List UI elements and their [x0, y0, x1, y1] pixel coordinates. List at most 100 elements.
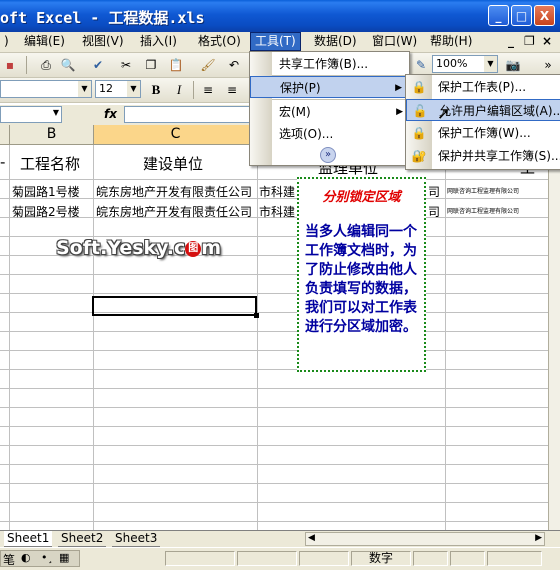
- sheet-tab-bar: Sheet1 Sheet2 Sheet3 ◀ ▶: [0, 530, 560, 548]
- menu-item-label: 保护工作表(P)...: [438, 80, 527, 94]
- cut-icon[interactable]: ✂: [118, 57, 134, 73]
- title-bar: oft Excel - 工程数据.xls _ □ X: [0, 0, 560, 32]
- fill-handle[interactable]: [254, 313, 259, 318]
- menu-item-protect-share[interactable]: 🔐 保护并共享工作簿(S)...: [406, 145, 560, 167]
- tab-sheet3[interactable]: Sheet3: [112, 531, 161, 547]
- cell-unit-2[interactable]: 皖东房地产开发有限责任公司: [96, 203, 252, 220]
- active-cell[interactable]: [92, 296, 257, 316]
- cell-d-tail-1[interactable]: 司: [428, 183, 440, 200]
- menu-item-label: 保护工作簿(W)...: [438, 126, 531, 140]
- menu-item-label: 选项(O)...: [279, 127, 334, 141]
- toolbar-options-icon[interactable]: »: [540, 57, 556, 73]
- status-bar: 笔 ◐ •¸ ▦ 数字: [0, 547, 560, 570]
- menu-divider: [272, 99, 409, 100]
- toolbar-separator: [26, 56, 27, 74]
- horizontal-scrollbar[interactable]: ◀ ▶: [305, 532, 545, 546]
- worksheet-grid[interactable]: - 工程名称 建设单位 监理单位 工 菊园路1号楼 皖东房地产开发有限责任公司 …: [0, 145, 548, 530]
- cell-d-tail-2[interactable]: 司: [428, 203, 440, 220]
- italic-button[interactable]: I: [171, 82, 187, 98]
- watermark: Soft.Yesky.c 图 m: [56, 237, 221, 259]
- font-size-select[interactable]: 12 ▼: [95, 80, 141, 98]
- ime-toolbar[interactable]: 笔 ◐ •¸ ▦: [0, 550, 80, 567]
- cell-name-1[interactable]: 菊园路1号楼: [12, 183, 80, 200]
- insert-function-icon[interactable]: fx: [104, 107, 117, 121]
- tab-sheet1[interactable]: Sheet1: [4, 531, 53, 547]
- menu-format[interactable]: 格式(O): [194, 32, 245, 51]
- moon-icon[interactable]: ◐: [21, 551, 31, 564]
- protection-submenu: 🔒 保护工作表(P)... 🔓 允许用户编辑区域(A)... 🔒 保护工作簿(W…: [405, 74, 560, 170]
- menu-window[interactable]: 窗口(W): [368, 32, 421, 51]
- menu-insert[interactable]: 插入(I): [136, 32, 181, 51]
- cell-supervisor-1[interactable]: 市科建: [259, 183, 295, 200]
- bold-button[interactable]: B: [148, 82, 164, 98]
- annotation-box: 分别锁定区域 当多人编辑同一个工作簿文档时，为了防止修改由他人负责填写的数据，我…: [297, 177, 426, 372]
- submenu-arrow-icon: ▶: [395, 83, 402, 93]
- status-panel: [299, 551, 349, 566]
- maximize-button[interactable]: □: [511, 5, 532, 26]
- annotation-title: 分别锁定区域: [322, 190, 401, 205]
- menu-view[interactable]: 视图(V): [78, 32, 128, 51]
- scroll-right-icon[interactable]: ▶: [535, 533, 542, 543]
- menu-item-macro[interactable]: 宏(M) ▶: [250, 101, 409, 123]
- chevron-down-icon[interactable]: ▼: [78, 81, 91, 97]
- format-painter-icon[interactable]: 🖌: [200, 57, 216, 73]
- undo-icon[interactable]: ↶: [226, 57, 242, 73]
- menu-help[interactable]: 帮助(H): [426, 32, 476, 51]
- menu-item-protect-workbook[interactable]: 🔒 保护工作簿(W)...: [406, 122, 560, 144]
- menu-item-protect-sheet[interactable]: 🔒 保护工作表(P)...: [406, 76, 560, 98]
- menu-item-options[interactable]: 选项(O)...: [250, 123, 409, 145]
- cell-name-header[interactable]: 工程名称: [20, 153, 80, 174]
- menu-item-share-workbook[interactable]: 共享工作簿(B)...: [250, 53, 409, 75]
- mouse-cursor-icon: ➚: [437, 104, 451, 123]
- font-select[interactable]: ▼: [0, 80, 92, 98]
- cell-e-2[interactable]: 网联咨询工程监理有限公司: [447, 206, 547, 215]
- keyboard-icon[interactable]: ▦: [59, 551, 69, 564]
- cell-unit-header[interactable]: 建设单位: [143, 153, 203, 174]
- print-icon[interactable]: ⎙: [38, 57, 54, 73]
- cell-supervisor-2[interactable]: 市科建: [259, 203, 295, 220]
- cell-a-header[interactable]: -: [0, 153, 5, 171]
- cell-name-2[interactable]: 菊园路2号楼: [12, 203, 80, 220]
- copy-icon[interactable]: ❐: [143, 57, 159, 73]
- paste-icon[interactable]: 📋: [168, 57, 184, 73]
- column-header-a[interactable]: [0, 125, 10, 144]
- expand-menu-icon[interactable]: »: [320, 147, 336, 163]
- minimize-button[interactable]: _: [488, 5, 509, 26]
- status-num-panel: 数字: [351, 551, 411, 566]
- menu-file[interactable]: ): [0, 32, 13, 51]
- doc-minimize-button[interactable]: _: [504, 32, 518, 51]
- toolbar-separator: [193, 81, 194, 99]
- close-button[interactable]: X: [534, 5, 555, 26]
- lock-icon: 🔒: [411, 126, 427, 140]
- print-preview-icon[interactable]: 🔍: [60, 57, 76, 73]
- menu-item-label: 保护(P): [280, 81, 321, 95]
- chevron-down-icon[interactable]: ▼: [53, 108, 59, 117]
- cell-unit-1[interactable]: 皖东房地产开发有限责任公司: [96, 183, 252, 200]
- tab-sheet2[interactable]: Sheet2: [58, 531, 107, 547]
- column-header-c[interactable]: C: [94, 125, 258, 144]
- chevron-down-icon[interactable]: ▼: [127, 81, 140, 97]
- menu-item-protection[interactable]: 保护(P) ▶: [250, 76, 409, 98]
- vertical-scrollbar[interactable]: [548, 125, 560, 530]
- camera-icon[interactable]: 📷: [505, 57, 521, 73]
- doc-restore-button[interactable]: ❐: [520, 32, 539, 51]
- menu-edit[interactable]: 编辑(E): [20, 32, 69, 51]
- align-left-icon[interactable]: ≡: [200, 82, 216, 98]
- spell-check-icon[interactable]: ✔: [90, 57, 106, 73]
- menu-item-allow-edit-ranges[interactable]: 🔓 允许用户编辑区域(A)...: [406, 99, 560, 121]
- cell-e-1[interactable]: 网联咨询工程监理有限公司: [447, 186, 547, 195]
- scroll-left-icon[interactable]: ◀: [308, 533, 315, 543]
- ime-mode[interactable]: 笔: [3, 551, 15, 568]
- doc-close-button[interactable]: ×: [538, 32, 556, 51]
- menu-tools[interactable]: 工具(T): [250, 32, 301, 51]
- zoom-select[interactable]: 100% ▼: [432, 55, 498, 73]
- open-icon[interactable]: ▪: [2, 57, 18, 73]
- column-header-b[interactable]: B: [10, 125, 94, 144]
- name-box[interactable]: ▼: [0, 106, 62, 123]
- punctuation-icon[interactable]: •¸: [41, 551, 53, 564]
- align-center-icon[interactable]: ≡: [224, 82, 240, 98]
- drawing-icon[interactable]: ✎: [413, 57, 429, 73]
- menu-data[interactable]: 数据(D): [310, 32, 361, 51]
- chevron-down-icon[interactable]: ▼: [484, 56, 497, 72]
- tools-menu: 共享工作簿(B)... 保护(P) ▶ 宏(M) ▶ 选项(O)... »: [249, 51, 410, 166]
